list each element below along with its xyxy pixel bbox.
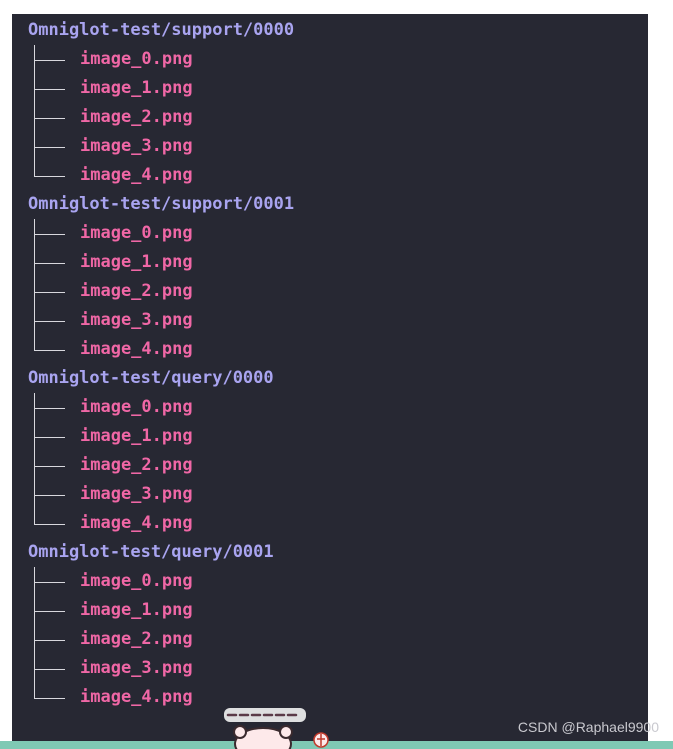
directory-group: Omniglot-test/support/0000 image_0.png i… xyxy=(28,16,648,190)
file-entry: image_2.png xyxy=(28,625,648,654)
file-entry: image_1.png xyxy=(28,248,648,277)
file-entry: image_1.png xyxy=(28,596,648,625)
file-entry: image_0.png xyxy=(28,219,648,248)
directory-group: Omniglot-test/support/0001 image_0.png i… xyxy=(28,190,648,364)
directory-group: Omniglot-test/query/0001 image_0.png ima… xyxy=(28,538,648,712)
file-entry: image_0.png xyxy=(28,567,648,596)
directory-path: Omniglot-test/query/0001 xyxy=(28,542,274,562)
terminal-output: Omniglot-test/support/0000 image_0.png i… xyxy=(12,14,648,749)
file-entry: image_0.png xyxy=(28,45,648,74)
file-entry: image_4.png xyxy=(28,509,648,538)
file-entry: image_3.png xyxy=(28,306,648,335)
screenshot-canvas: Omniglot-test/support/0000 image_0.png i… xyxy=(0,0,673,749)
file-entry: image_2.png xyxy=(28,103,648,132)
file-entry: image_0.png xyxy=(28,393,648,422)
file-entry: image_4.png xyxy=(28,683,648,712)
file-entry: image_1.png xyxy=(28,74,648,103)
file-entry: image_2.png xyxy=(28,277,648,306)
file-entry: image_3.png xyxy=(28,480,648,509)
file-entry: image_4.png xyxy=(28,335,648,364)
directory-group: Omniglot-test/query/0000 image_0.png ima… xyxy=(28,364,648,538)
file-entry: image_1.png xyxy=(28,422,648,451)
watermark: CSDN @Raphael9900 xyxy=(517,719,659,735)
directory-path: Omniglot-test/support/0001 xyxy=(28,194,295,214)
cartoon-sticker-icon xyxy=(224,708,329,749)
file-entry: image_3.png xyxy=(28,132,648,161)
file-entry: image_2.png xyxy=(28,451,648,480)
directory-path: Omniglot-test/support/0000 xyxy=(28,20,295,40)
file-entry: image_3.png xyxy=(28,654,648,683)
file-entry: image_4.png xyxy=(28,161,648,190)
directory-path: Omniglot-test/query/0000 xyxy=(28,368,274,388)
